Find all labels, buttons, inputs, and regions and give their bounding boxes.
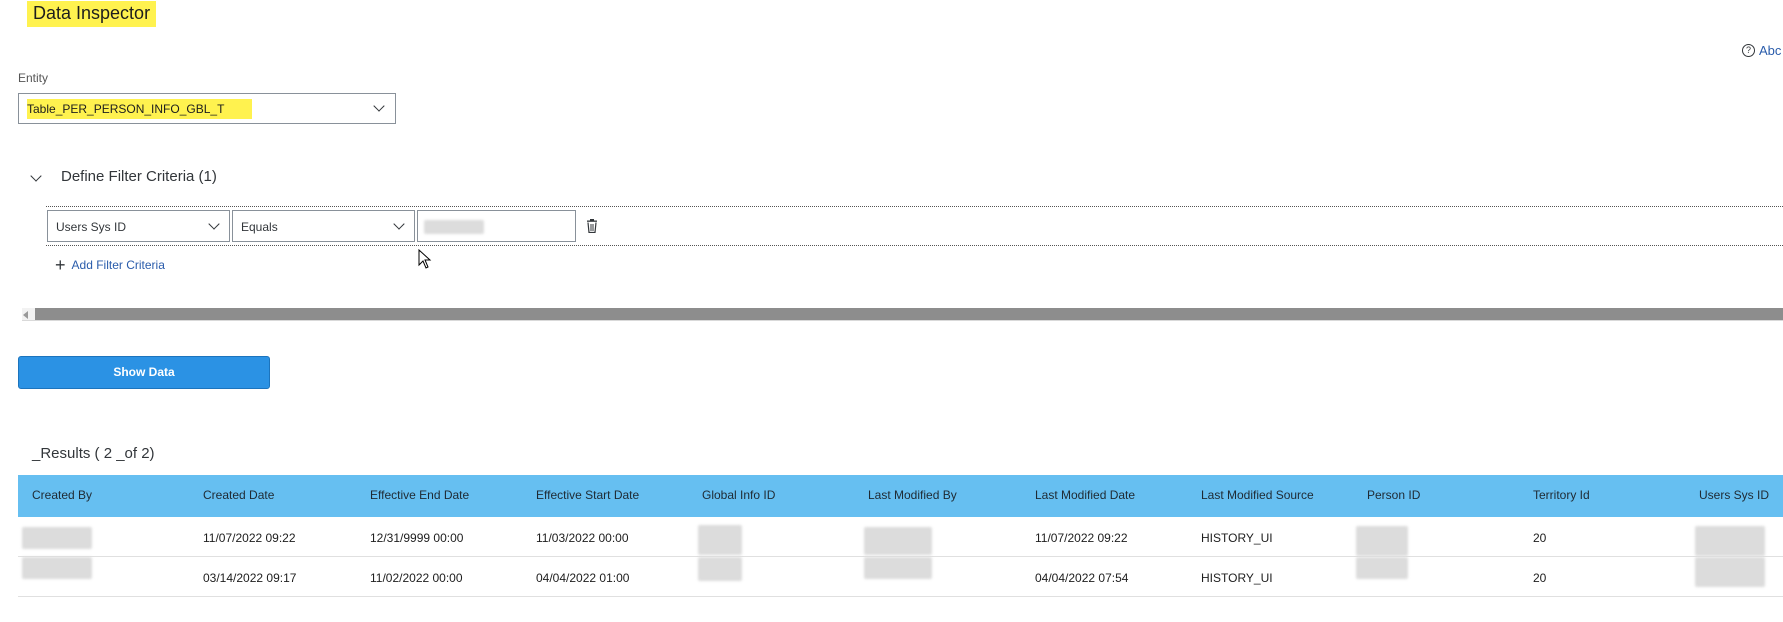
redacted-created-by (22, 557, 92, 579)
add-filter-label: Add Filter Criteria (71, 258, 165, 272)
cell-effective-end-date: 11/02/2022 00:00 (370, 571, 463, 585)
table-row[interactable]: 11/07/2022 09:22 12/31/9999 00:00 11/03/… (18, 517, 1783, 557)
col-header-last-modified-source[interactable]: Last Modified Source (1201, 488, 1314, 502)
redacted-global-info-id (698, 557, 742, 581)
redacted-value (424, 220, 484, 234)
filter-operator-value: Equals (241, 220, 278, 234)
filter-field-select[interactable]: Users Sys ID (47, 210, 230, 242)
page-title: Data Inspector (27, 1, 157, 27)
cell-created-date: 11/07/2022 09:22 (203, 531, 296, 545)
col-header-person-id[interactable]: Person ID (1367, 488, 1420, 502)
col-header-created-date[interactable]: Created Date (203, 488, 274, 502)
chevron-down-icon (373, 100, 385, 112)
redacted-users-sys-id (1695, 526, 1765, 556)
cell-territory-id: 20 (1533, 531, 1547, 545)
col-header-users-sys-id[interactable]: Users Sys ID (1699, 488, 1769, 502)
help-icon: ? (1742, 44, 1755, 57)
redacted-created-by (22, 527, 92, 549)
entity-label: Entity (18, 71, 49, 85)
horizontal-scrollbar[interactable] (22, 308, 1783, 321)
filter-operator-select[interactable]: Equals (232, 210, 415, 242)
scrollbar-thumb[interactable] (35, 308, 1783, 320)
filter-value-input[interactable] (417, 210, 576, 242)
collapse-filter-icon[interactable] (30, 170, 42, 182)
mouse-cursor-icon (418, 249, 432, 269)
redacted-users-sys-id (1695, 557, 1765, 587)
col-header-last-modified-date[interactable]: Last Modified Date (1035, 488, 1135, 502)
entity-value: Table_PER_PERSON_INFO_GBL_T (27, 99, 253, 119)
cell-effective-start-date: 04/04/2022 01:00 (536, 571, 630, 585)
col-header-created-by[interactable]: Created By (32, 488, 92, 502)
col-header-last-modified-by[interactable]: Last Modified By (868, 488, 957, 502)
results-table: Created By Created Date Effective End Da… (18, 475, 1783, 597)
about-label: Abc (1759, 43, 1782, 58)
cell-effective-start-date: 11/03/2022 00:00 (536, 531, 629, 545)
show-data-button[interactable]: Show Data (18, 356, 270, 389)
redacted-person-id (1356, 557, 1408, 579)
col-header-effective-start-date[interactable]: Effective Start Date (536, 488, 639, 502)
cell-last-modified-source: HISTORY_UI (1201, 571, 1273, 585)
chevron-down-icon (208, 218, 220, 230)
cell-last-modified-source: HISTORY_UI (1201, 531, 1273, 545)
cell-effective-end-date: 12/31/9999 00:00 (370, 531, 464, 545)
add-filter-criteria-link[interactable]: + Add Filter Criteria (55, 255, 165, 275)
col-header-global-info-id[interactable]: Global Info ID (702, 488, 775, 502)
filter-section-header[interactable]: Define Filter Criteria (1) (61, 168, 217, 185)
table-row[interactable]: 03/14/2022 09:17 11/02/2022 00:00 04/04/… (18, 557, 1783, 597)
chevron-down-icon (393, 218, 405, 230)
entity-select[interactable]: Table_PER_PERSON_INFO_GBL_T (18, 93, 396, 124)
about-link[interactable]: ? Abc (1742, 43, 1781, 58)
table-header: Created By Created Date Effective End Da… (18, 475, 1783, 517)
cell-last-modified-date: 11/07/2022 09:22 (1035, 531, 1128, 545)
cell-created-date: 03/14/2022 09:17 (203, 571, 297, 585)
scroll-left-icon[interactable] (23, 311, 28, 319)
filter-field-value: Users Sys ID (56, 220, 127, 234)
col-header-effective-end-date[interactable]: Effective End Date (370, 488, 469, 502)
results-title: _Results ( 2 _of 2) (32, 445, 155, 462)
plus-icon: + (55, 255, 66, 275)
cell-territory-id: 20 (1533, 571, 1547, 585)
col-header-territory-id[interactable]: Territory Id (1533, 488, 1590, 502)
redacted-global-info-id (698, 525, 742, 555)
filter-row: Users Sys ID Equals (46, 206, 1783, 246)
cell-last-modified-date: 04/04/2022 07:54 (1035, 571, 1129, 585)
redacted-last-modified-by (864, 557, 932, 579)
trash-icon[interactable] (586, 219, 598, 233)
redacted-last-modified-by (864, 527, 932, 555)
redacted-person-id (1356, 526, 1408, 556)
